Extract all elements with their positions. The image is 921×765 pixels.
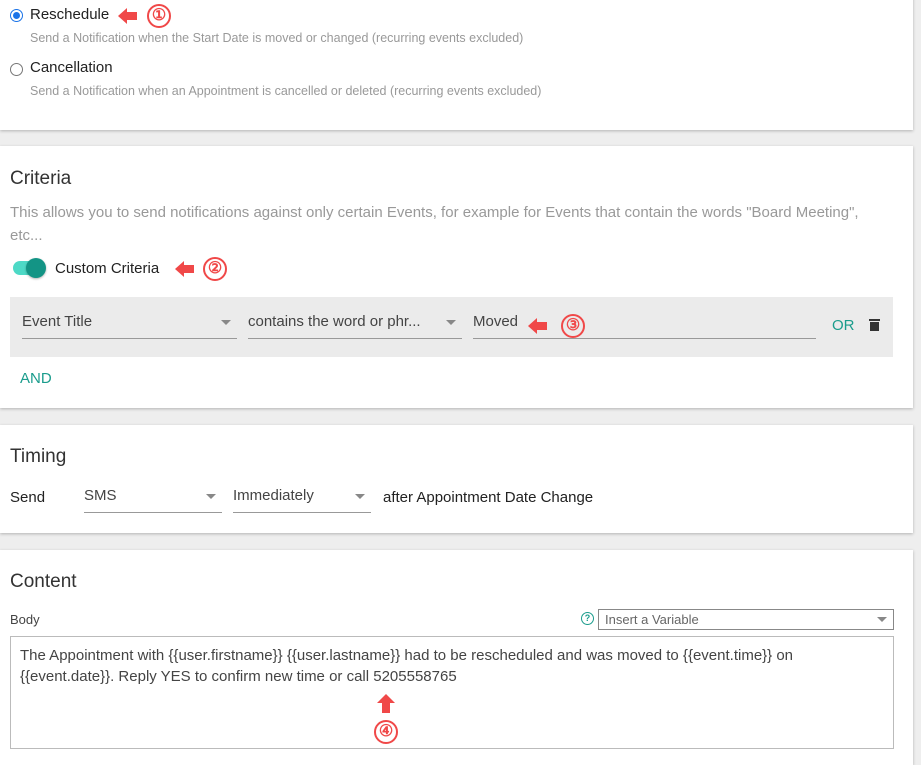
annotation-1: ① (147, 4, 171, 28)
and-button[interactable]: AND (20, 370, 52, 387)
channel-select[interactable]: SMS (84, 487, 222, 513)
criteria-title: Criteria (10, 168, 72, 189)
body-label: Body (10, 612, 40, 627)
reschedule-description: Send a Notification when the Start Date … (30, 31, 524, 45)
insert-variable-select[interactable]: Insert a Variable (598, 609, 894, 630)
field-select[interactable]: Event Title (22, 313, 237, 339)
operator-value: contains the word or phr... (248, 313, 421, 330)
chevron-down-icon (206, 494, 216, 499)
help-icon[interactable]: ? (581, 612, 594, 625)
annotation-arrow-2-tail (184, 265, 194, 273)
annotation-arrow-3 (528, 318, 537, 334)
criteria-rule-row: Event Title contains the word or phr... … (10, 297, 893, 357)
channel-value: SMS (84, 487, 117, 504)
operator-select[interactable]: contains the word or phr... (248, 313, 462, 339)
or-button[interactable]: OR (832, 317, 855, 334)
chevron-down-icon (355, 494, 365, 499)
chevron-down-icon (877, 617, 887, 622)
annotation-arrow-1-tail (127, 12, 137, 20)
reschedule-radio[interactable] (10, 9, 23, 22)
annotation-arrow-4 (377, 694, 395, 703)
trash-icon[interactable] (869, 319, 880, 331)
body-textarea[interactable]: The Appointment with {{user.firstname}} … (10, 636, 894, 749)
timing-card: Timing Send SMS Immediately after Appoin… (0, 425, 913, 533)
cancellation-description: Send a Notification when an Appointment … (30, 84, 542, 98)
reschedule-label[interactable]: Reschedule (30, 6, 109, 23)
annotation-arrow-1 (118, 8, 127, 24)
cancellation-label[interactable]: Cancellation (30, 59, 113, 76)
content-title: Content (10, 571, 77, 592)
when-select[interactable]: Immediately (233, 487, 371, 513)
annotation-arrow-2 (175, 261, 184, 277)
custom-criteria-label: Custom Criteria (55, 260, 160, 277)
chevron-down-icon (221, 320, 231, 325)
insert-variable-placeholder: Insert a Variable (605, 612, 699, 627)
cancellation-radio[interactable] (10, 63, 23, 76)
criteria-description: This allows you to send notifications ag… (10, 204, 859, 244)
annotation-4: ④ (374, 720, 398, 744)
timing-title: Timing (10, 446, 67, 467)
criteria-card: Criteria This allows you to send notific… (0, 146, 913, 408)
annotation-arrow-3-tail (537, 322, 547, 330)
send-label: Send (10, 489, 46, 506)
when-value: Immediately (233, 487, 314, 504)
timing-suffix: after Appointment Date Change (383, 489, 594, 506)
annotation-2: ② (203, 257, 227, 281)
custom-criteria-toggle[interactable] (13, 258, 46, 278)
annotation-arrow-4-tail (382, 703, 390, 713)
content-card: Content Body ? Insert a Variable The App… (0, 550, 913, 765)
value-input[interactable]: Moved (473, 313, 816, 339)
annotation-3: ③ (561, 314, 585, 338)
field-value: Event Title (22, 313, 93, 330)
chevron-down-icon (446, 320, 456, 325)
